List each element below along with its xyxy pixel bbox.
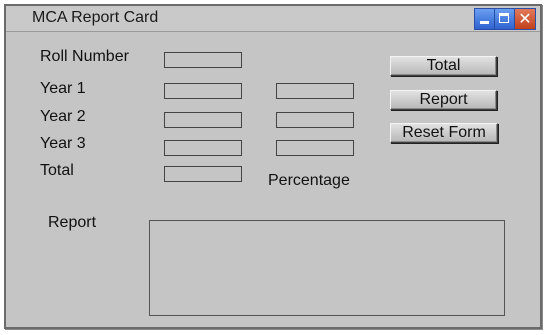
report-textarea[interactable]	[149, 220, 505, 316]
year3-input-a[interactable]	[164, 140, 242, 156]
roll-number-label: Roll Number	[40, 48, 129, 65]
percentage-label: Percentage	[268, 172, 350, 189]
year3-label: Year 3	[40, 135, 86, 152]
year1-input-a[interactable]	[164, 83, 242, 99]
report-label: Report	[48, 214, 97, 231]
report-button[interactable]: Report	[390, 90, 497, 110]
minimize-icon	[480, 21, 489, 24]
year1-input-b[interactable]	[276, 83, 354, 99]
title-bar[interactable]: MCA Report Card ✕	[6, 6, 540, 32]
year3-input-b[interactable]	[276, 140, 354, 156]
roll-number-input[interactable]	[164, 52, 242, 68]
year2-input-a[interactable]	[164, 112, 242, 128]
window-controls: ✕	[474, 8, 536, 30]
maximize-icon	[499, 13, 509, 23]
year1-label: Year 1	[40, 80, 86, 97]
window-title: MCA Report Card	[32, 9, 159, 26]
year2-label: Year 2	[40, 108, 86, 125]
minimize-button[interactable]	[475, 9, 495, 29]
total-input[interactable]	[164, 166, 242, 182]
close-button[interactable]: ✕	[515, 9, 535, 29]
form-area: Roll Number Year 1 Year 2 Year 3 Total P…	[6, 32, 540, 327]
maximize-button[interactable]	[495, 9, 515, 29]
report-card-window: MCA Report Card ✕ Roll Number Year 1 Yea…	[4, 4, 542, 329]
close-icon: ✕	[518, 9, 532, 28]
total-label: Total	[40, 162, 74, 179]
total-button[interactable]: Total	[390, 56, 497, 76]
year2-input-b[interactable]	[276, 112, 354, 128]
reset-form-button[interactable]: Reset Form	[390, 123, 498, 143]
